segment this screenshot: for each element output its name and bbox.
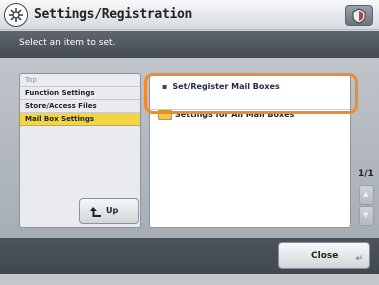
scroll-up-button[interactable]: ▲ bbox=[359, 185, 374, 205]
scroll-down-button[interactable]: ▼ bbox=[359, 206, 374, 226]
scroll-up-icon: ▲ bbox=[363, 190, 369, 198]
shield-icon[interactable] bbox=[345, 5, 373, 26]
breadcrumb-mail-box-settings[interactable]: Mail Box Settings bbox=[20, 113, 140, 126]
scroll-down-icon: ▼ bbox=[363, 211, 369, 219]
page-indicator: 1/1 bbox=[358, 169, 374, 179]
breadcrumb-store-access-files[interactable]: Store/Access Files bbox=[20, 100, 140, 113]
instruction-bar: Select an item to set. bbox=[0, 31, 379, 58]
breadcrumb-top[interactable]: Top bbox=[20, 74, 140, 87]
up-arrow-icon bbox=[90, 207, 101, 217]
close-button[interactable]: Close ↵ bbox=[278, 242, 370, 269]
instruction-text: Select an item to set. bbox=[19, 38, 116, 48]
settings-wheel-icon bbox=[4, 3, 28, 27]
title-bar: Settings/Registration bbox=[0, 0, 379, 30]
close-button-label: Close bbox=[311, 251, 339, 261]
page-title: Settings/Registration bbox=[34, 7, 193, 22]
up-button-label: Up bbox=[106, 206, 119, 215]
bottom-strip bbox=[0, 274, 379, 285]
up-button[interactable]: Up bbox=[79, 198, 139, 224]
breadcrumb-function-settings[interactable]: Function Settings bbox=[20, 87, 140, 100]
selection-highlight bbox=[144, 73, 358, 114]
enter-icon: ↵ bbox=[355, 254, 363, 264]
